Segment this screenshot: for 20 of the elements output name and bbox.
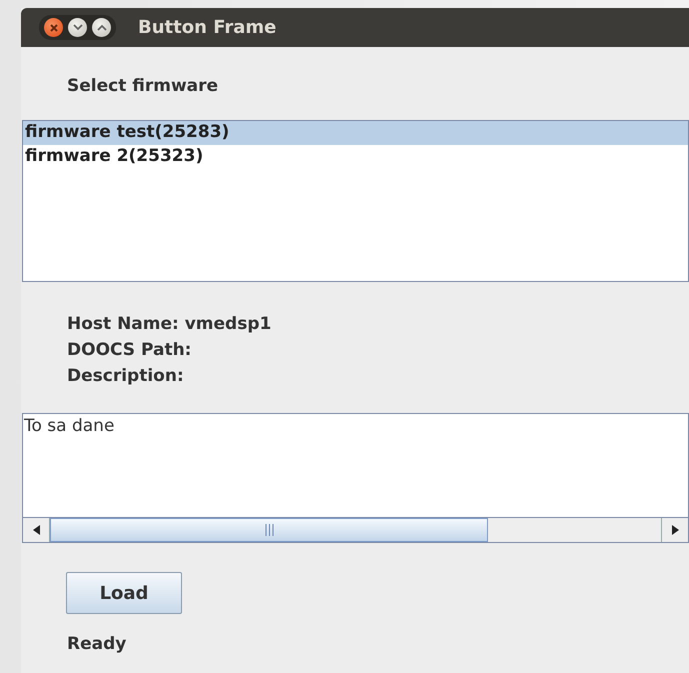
minimize-button[interactable] bbox=[68, 18, 87, 37]
info-label: Host Name: vmedsp1 bbox=[67, 313, 272, 336]
firmware-label: Select firmware bbox=[67, 76, 220, 96]
chevron-up-icon bbox=[96, 24, 106, 31]
list-item[interactable]: firmware test(25283) bbox=[23, 121, 688, 145]
close-button[interactable] bbox=[44, 18, 63, 37]
load-button[interactable]: Load bbox=[66, 572, 182, 614]
list-item[interactable]: firmware 2(25323) bbox=[23, 145, 688, 169]
window-title: Button Frame bbox=[138, 17, 276, 38]
right-arrow-icon[interactable] bbox=[672, 525, 678, 535]
close-icon bbox=[50, 24, 58, 32]
chevron-down-icon bbox=[72, 24, 82, 31]
horizontal-scrollbar[interactable] bbox=[23, 517, 688, 542]
info-label: Description: bbox=[67, 365, 185, 388]
left-arrow-icon[interactable] bbox=[32, 525, 40, 535]
info-label: DOOCS Path: bbox=[67, 339, 192, 362]
maximize-button[interactable] bbox=[92, 18, 111, 37]
scrollbar-thumb[interactable] bbox=[50, 518, 488, 542]
grip-icon bbox=[264, 524, 274, 536]
status-label: Ready bbox=[67, 634, 128, 654]
